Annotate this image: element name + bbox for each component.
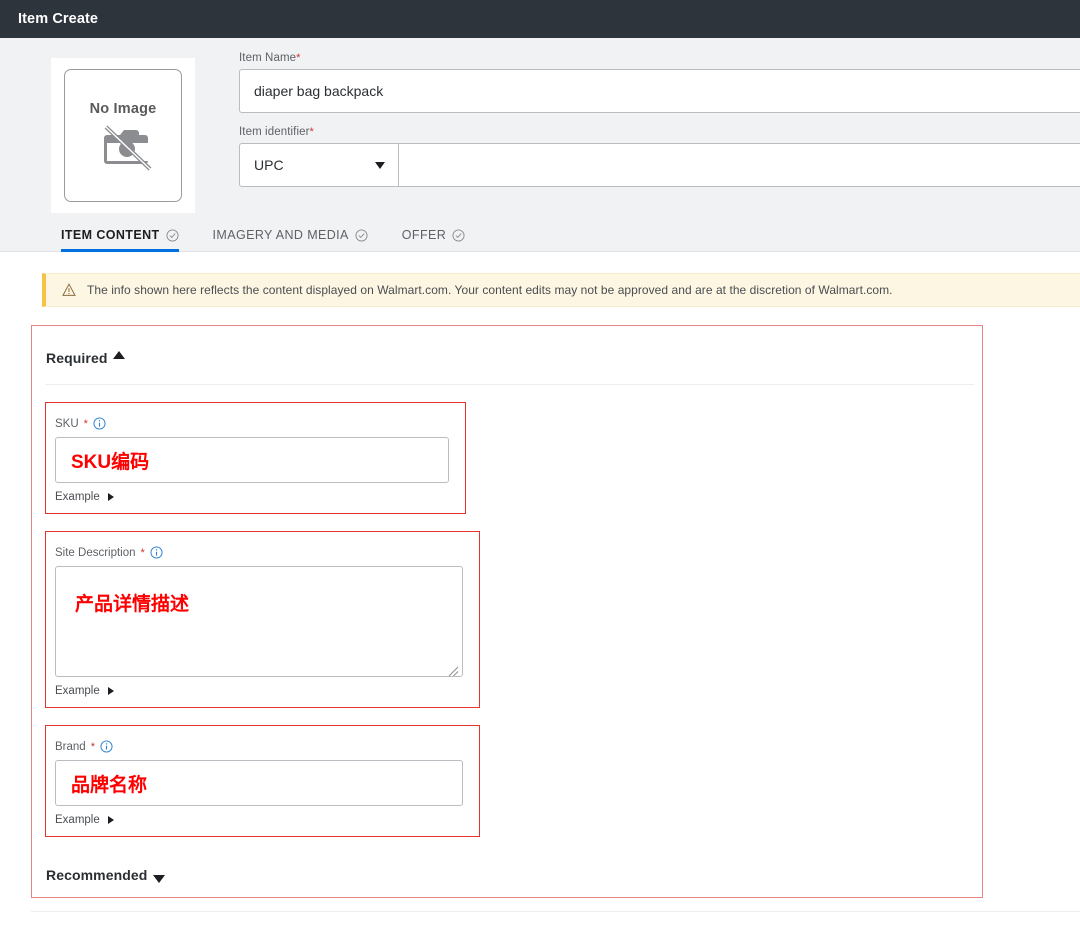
tab-item-content-label: ITEM CONTENT [61, 228, 160, 242]
info-circle-icon[interactable] [150, 546, 163, 559]
item-name-value: diaper bag backpack [254, 83, 383, 99]
page-title: Item Create [18, 11, 98, 27]
required-section-header[interactable]: Required [32, 326, 982, 374]
tab-offer-label: OFFER [402, 228, 446, 242]
content-disclaimer-banner: The info shown here reflects the content… [42, 273, 1080, 307]
field-sku-input[interactable]: SKU编码 [55, 437, 449, 483]
field-sku-example-toggle[interactable]: Example [55, 491, 449, 503]
item-identifier-label: Item identifier* [239, 126, 1080, 138]
field-site-description: Site Description* 产品详情描述 [45, 531, 480, 708]
field-brand-input[interactable]: 品牌名称 [55, 760, 463, 806]
check-circle-icon [452, 229, 465, 242]
info-circle-icon[interactable] [100, 740, 113, 753]
field-sku-label: SKU* [55, 417, 449, 430]
app-title-bar: Item Create [0, 0, 1080, 38]
triangle-right-icon [108, 493, 114, 501]
field-brand-value: 品牌名称 [71, 770, 147, 797]
triangle-up-icon[interactable] [113, 351, 125, 359]
banner-zone: The info shown here reflects the content… [0, 252, 1080, 307]
field-site-description-example-toggle[interactable]: Example [55, 685, 463, 697]
required-marker: * [310, 126, 314, 138]
field-brand-example-label: Example [55, 814, 100, 826]
warning-triangle-icon [62, 283, 76, 297]
item-content-panel: Required SKU* SKU编码 Example [31, 325, 983, 898]
check-circle-icon [355, 229, 368, 242]
no-image-label: No Image [90, 101, 157, 117]
triangle-right-icon [108, 687, 114, 695]
bottom-divider [31, 911, 1080, 912]
required-marker: * [91, 741, 95, 753]
triangle-right-icon [108, 816, 114, 824]
required-marker: * [296, 52, 300, 64]
item-thumbnail[interactable]: No Image [51, 58, 195, 213]
required-section-title: Required [46, 350, 107, 366]
field-sku: SKU* SKU编码 Example [45, 402, 466, 514]
field-brand-example-toggle[interactable]: Example [55, 814, 463, 826]
required-marker: * [141, 547, 145, 559]
info-circle-icon[interactable] [93, 417, 106, 430]
tab-item-content[interactable]: ITEM CONTENT [61, 218, 179, 252]
chevron-down-icon [375, 162, 385, 169]
tab-imagery-and-media-label: IMAGERY AND MEDIA [213, 228, 349, 242]
item-identifier-type-select[interactable]: UPC [239, 143, 399, 187]
item-identifier-type-value: UPC [254, 157, 284, 173]
field-sku-value: SKU编码 [71, 447, 149, 474]
triangle-down-icon[interactable] [153, 875, 165, 883]
field-brand-label: Brand* [55, 740, 463, 753]
resize-handle-icon[interactable] [447, 661, 459, 673]
field-site-description-label: Site Description* [55, 546, 463, 559]
field-brand: Brand* 品牌名称 Example [45, 725, 480, 837]
section-tabs: ITEM CONTENT IMAGERY AND MEDIA OFFER [0, 218, 1080, 252]
check-circle-icon [166, 229, 179, 242]
banner-message: The info shown here reflects the content… [87, 283, 893, 297]
tab-offer[interactable]: OFFER [402, 218, 465, 252]
recommended-section-header[interactable]: Recommended [32, 837, 982, 883]
recommended-section-title: Recommended [46, 867, 147, 883]
field-site-description-example-label: Example [55, 685, 100, 697]
field-spacer [239, 113, 1080, 126]
item-name-label: Item Name* [239, 52, 1080, 64]
field-site-description-value: 产品详情描述 [75, 594, 189, 615]
panel-zone: Required SKU* SKU编码 Example [0, 307, 1080, 912]
no-image-placeholder[interactable]: No Image [64, 69, 182, 202]
section-divider [45, 384, 974, 385]
header-fields: Item Name* diaper bag backpack Item iden… [239, 52, 1080, 187]
no-image-camera-slash-icon [93, 123, 153, 171]
field-sku-example-label: Example [55, 491, 100, 503]
item-header-zone: No Image Item Name* diaper bag backpack … [0, 38, 1080, 218]
tab-imagery-and-media[interactable]: IMAGERY AND MEDIA [213, 218, 368, 252]
item-identifier-input[interactable] [399, 143, 1080, 187]
item-identifier-row: UPC [239, 143, 1080, 187]
required-marker: * [84, 418, 88, 430]
item-name-input[interactable]: diaper bag backpack [239, 69, 1080, 113]
field-site-description-textarea[interactable]: 产品详情描述 [55, 566, 463, 677]
